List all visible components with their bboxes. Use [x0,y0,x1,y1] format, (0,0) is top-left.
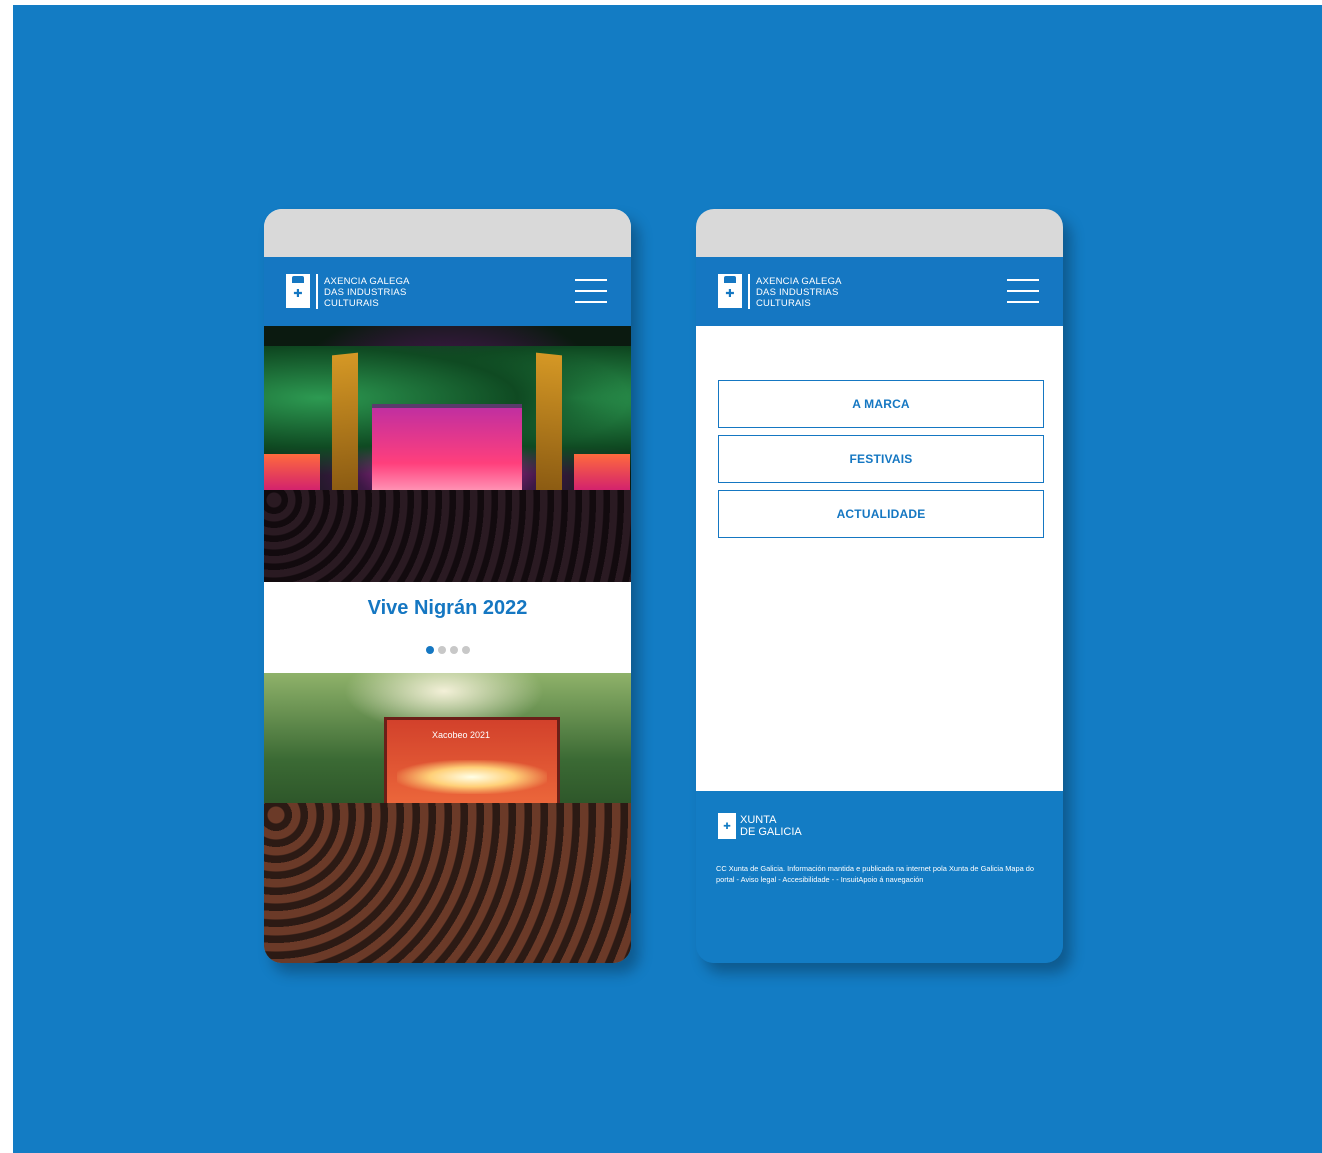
menu-item-actualidade[interactable]: ACTUALIDADE [718,490,1044,538]
brand-line-2: DAS INDUSTRIAS [756,287,839,298]
navigation-menu: A MARCA FESTIVAIS ACTUALIDADE [696,326,1063,791]
video-screen-right [574,454,630,490]
festival-stage: Xacobeo 2021 [384,717,560,815]
phone-home-screen: ✚ AXENCIA GALEGA DAS INDUSTRIAS CULTURAI… [264,209,631,963]
app-header: ✚ AXENCIA GALEGA DAS INDUSTRIAS CULTURAI… [696,257,1063,326]
logo-divider [748,274,750,309]
galicia-crest-icon[interactable]: ✚ [718,274,742,308]
chalice-icon: ✚ [293,287,303,300]
brand-line-3: CULTURAIS [756,298,811,309]
galicia-crest-icon[interactable]: ✚ [286,274,310,308]
banner-tower-left [332,352,358,496]
status-bar [696,209,1063,257]
xunta-crest-icon: ✚ [718,813,736,839]
carousel-slide-image[interactable] [264,326,631,582]
xunta-line-2: DE GALICIA [740,826,802,838]
carousel-caption: Vive Nigrán 2022 [264,582,631,639]
xunta-logo-text: XUNTA DE GALICIA [740,814,802,838]
brand-name[interactable]: AXENCIA GALEGA DAS INDUSTRIAS CULTURAIS [756,276,842,309]
app-header: ✚ AXENCIA GALEGA DAS INDUSTRIAS CULTURAI… [264,257,631,326]
carousel-dot-4[interactable] [461,646,470,654]
brand-line-3: CULTURAIS [324,298,379,309]
banner-tower-right [536,352,562,496]
slide-title[interactable]: Vive Nigrán 2022 [264,582,631,620]
stage-banner: Xacobeo 2021 [432,730,491,740]
concert-stage [372,404,522,500]
menu-hamburger-icon[interactable] [1007,279,1039,303]
page-footer: ✚ XUNTA DE GALICIA CC Xunta de Galicia. … [696,791,1063,963]
crown-icon [292,276,304,283]
menu-item-festivais[interactable]: FESTIVAIS [718,435,1044,483]
stage-lights [397,760,547,794]
crown-icon [724,276,736,283]
footer-legal-links[interactable]: CC Xunta de Galicia. Información mantida… [716,863,1046,885]
festival-photo[interactable]: Xacobeo 2021 [264,673,631,963]
brand-line-2: DAS INDUSTRIAS [324,287,407,298]
festival-crowd [264,803,631,963]
carousel-pagination [264,639,631,673]
crowd [264,490,631,582]
logo-divider [316,274,318,309]
brand-name[interactable]: AXENCIA GALEGA DAS INDUSTRIAS CULTURAIS [324,276,410,309]
xunta-line-1: XUNTA [740,814,777,826]
status-bar [264,209,631,257]
menu-item-a-marca[interactable]: A MARCA [718,380,1044,428]
carousel-dot-2[interactable] [437,646,446,654]
chalice-icon: ✚ [725,287,735,300]
brand-line-1: AXENCIA GALEGA [756,276,842,287]
brand-line-1: AXENCIA GALEGA [324,276,410,287]
menu-hamburger-icon[interactable] [575,279,607,303]
presentation-background [13,5,1322,1153]
carousel-dot-3[interactable] [449,646,458,654]
phone-menu-screen: ✚ AXENCIA GALEGA DAS INDUSTRIAS CULTURAI… [696,209,1063,963]
carousel-dot-1[interactable] [425,646,434,654]
video-screen-left [264,454,320,490]
